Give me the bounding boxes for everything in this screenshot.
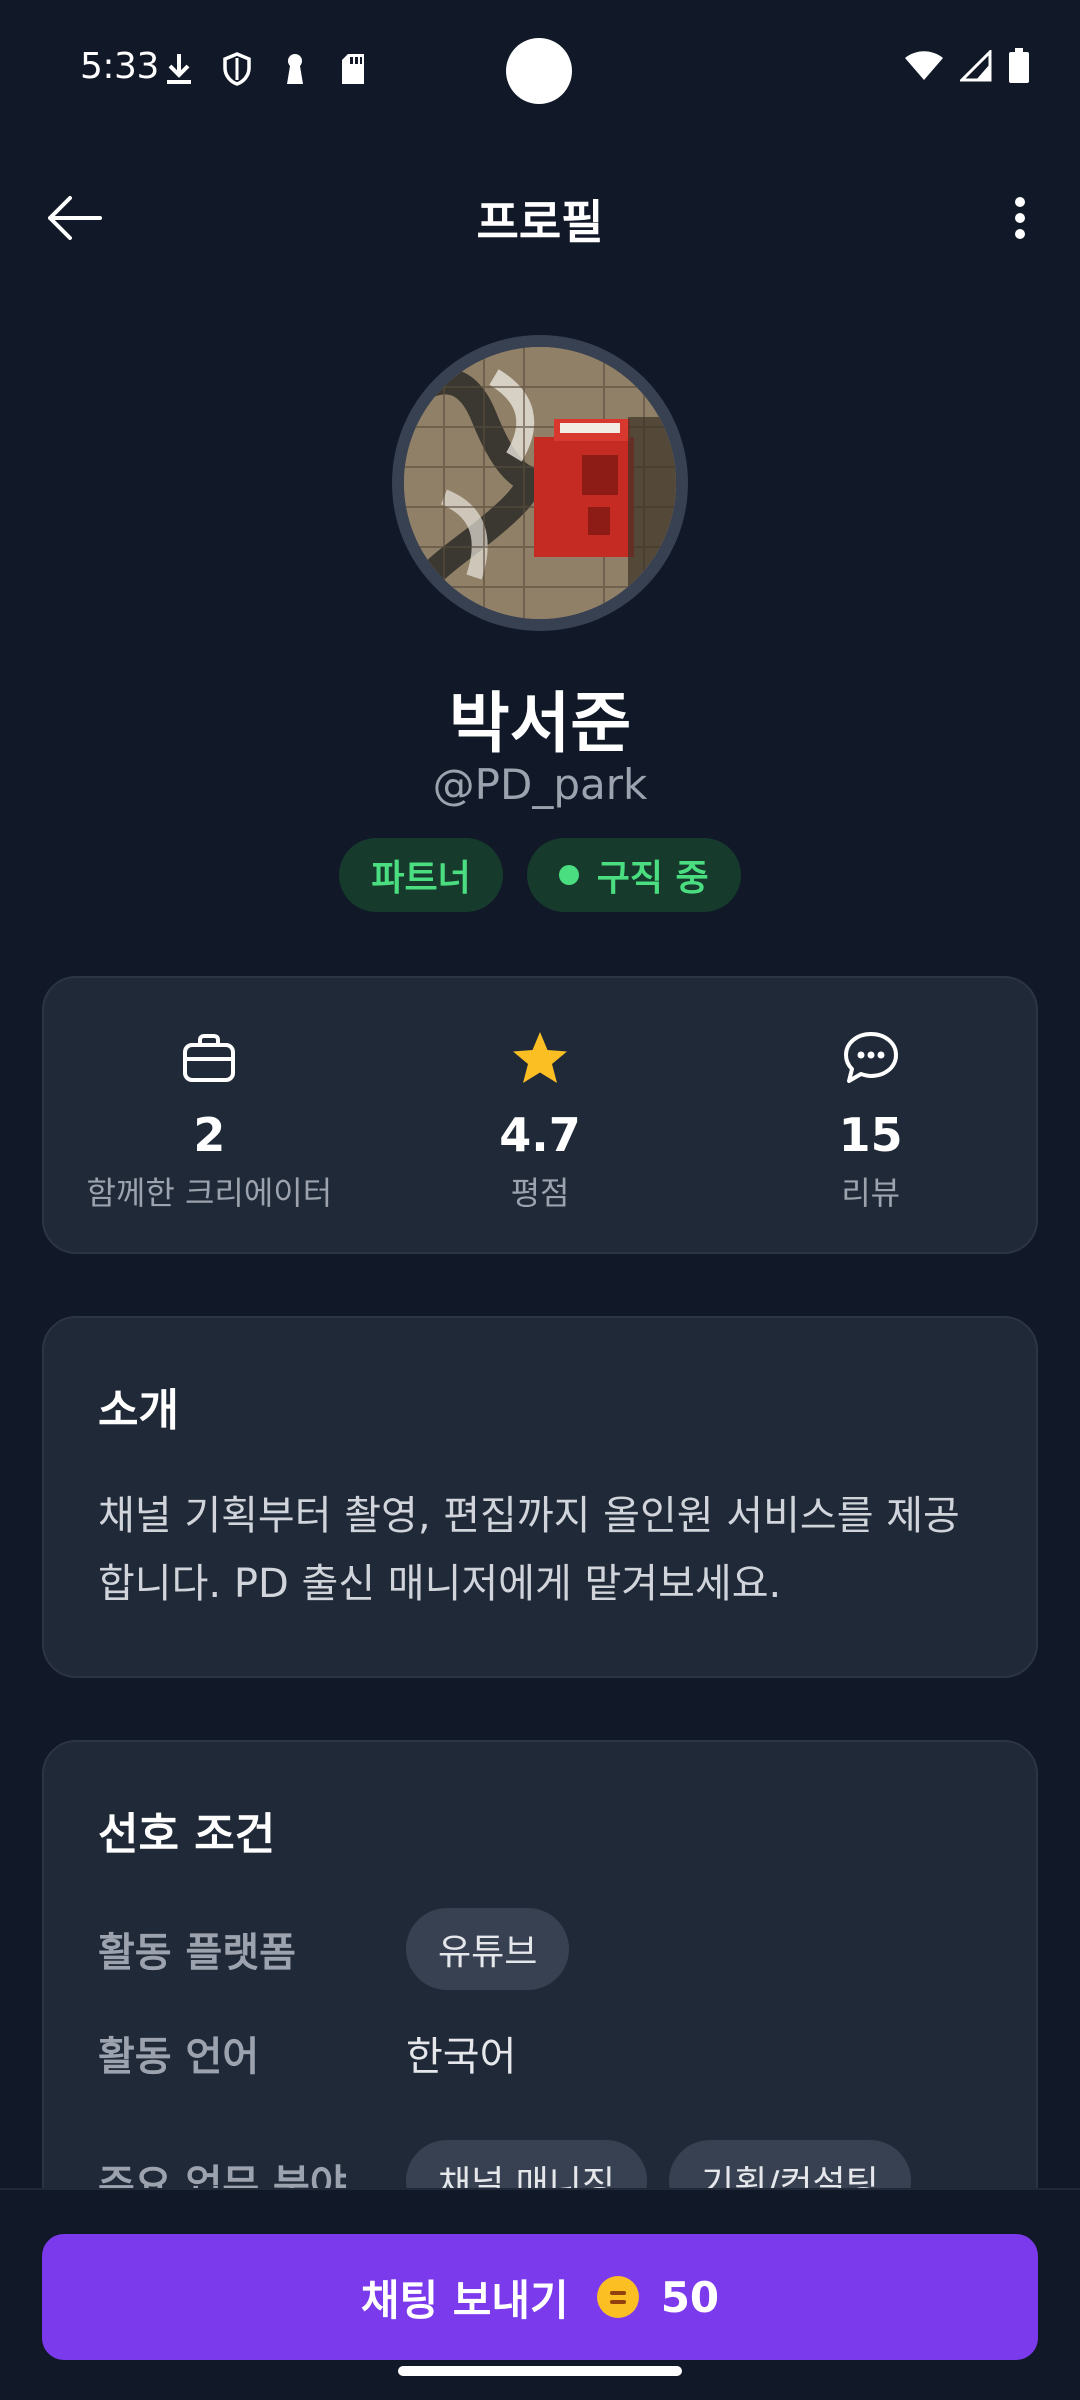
- job-seeking-badge: 구직 중: [526, 838, 741, 912]
- more-vertical-icon: [1015, 197, 1025, 239]
- shield-icon: [220, 50, 254, 88]
- pref-label: 활동 언어: [98, 2034, 260, 2080]
- preferences-card: 선호 조건 활동 플랫폼 유튜브 활동 언어 한국어 주요 업무 분야 채널 매…: [42, 1740, 1038, 2220]
- sd-card-icon: [336, 50, 370, 88]
- stat-value: 15: [838, 1108, 903, 1162]
- page-title: 프로필: [476, 195, 604, 249]
- avatar-image: [404, 347, 676, 619]
- stat-creators: 2 함께한 크리에이터: [44, 978, 375, 1252]
- briefcase-icon: [179, 1028, 239, 1088]
- status-dot-icon: [558, 865, 579, 885]
- profile-badges: 파트너 구직 중: [0, 838, 1080, 912]
- profile-name: 박서준: [448, 685, 632, 762]
- stats-card: 2 함께한 크리에이터 4.7 평점 15 리뷰: [42, 976, 1038, 1254]
- send-chat-button[interactable]: 채팅 보내기 50: [42, 2234, 1038, 2360]
- chat-cost: 50: [660, 2272, 720, 2322]
- camera-cutout: [506, 38, 572, 104]
- platform-chip: 유튜브: [406, 1908, 570, 1990]
- pref-row-language: 활동 언어 한국어: [98, 2024, 982, 2082]
- status-left-icons: [162, 50, 370, 88]
- status-time: 5:33: [80, 46, 159, 87]
- intro-card: 소개 채널 기획부터 촬영, 편집까지 올인원 서비스를 제공합니다. PD 출…: [42, 1316, 1038, 1678]
- stat-label: 리뷰: [841, 1174, 901, 1212]
- pref-value: 한국어: [406, 2034, 517, 2080]
- stat-label: 평점: [510, 1174, 570, 1212]
- battery-icon: [1008, 48, 1030, 88]
- stat-label: 함께한 크리에이터: [86, 1174, 333, 1212]
- keyhole-icon: [278, 50, 312, 88]
- more-options-button[interactable]: [990, 188, 1050, 248]
- avatar: [392, 335, 688, 631]
- stat-rating: 4.7 평점: [375, 978, 706, 1252]
- stat-value: 2: [193, 1108, 226, 1162]
- coin-icon: [596, 2276, 639, 2318]
- wifi-icon: [904, 50, 944, 86]
- send-chat-label: 채팅 보내기: [360, 2275, 569, 2325]
- status-right-icons: [904, 48, 1030, 88]
- intro-title: 소개: [98, 1385, 179, 1436]
- cell-signal-icon: [958, 48, 992, 86]
- home-indicator[interactable]: [398, 2366, 682, 2376]
- status-bar: 5:33: [0, 0, 1080, 140]
- stat-reviews: 15 리뷰: [705, 978, 1036, 1252]
- badge-label: 구직 중: [596, 858, 709, 899]
- stat-value: 4.7: [499, 1108, 581, 1162]
- intro-text: 채널 기획부터 촬영, 편집까지 올인원 서비스를 제공합니다. PD 출신 매…: [98, 1493, 960, 1607]
- profile-handle: @PD_park: [432, 760, 648, 809]
- download-icon: [162, 50, 196, 88]
- pref-row-platform: 활동 플랫폼 유튜브: [98, 1908, 982, 1990]
- partner-badge: 파트너: [339, 838, 503, 912]
- pref-label: 활동 플랫폼: [98, 1930, 296, 1976]
- chat-bubble-icon: [841, 1028, 901, 1088]
- preferences-title: 선호 조건: [98, 1809, 276, 1860]
- app-bar: 프로필: [0, 170, 1080, 260]
- star-icon: [510, 1028, 570, 1088]
- badge-label: 파트너: [371, 858, 471, 899]
